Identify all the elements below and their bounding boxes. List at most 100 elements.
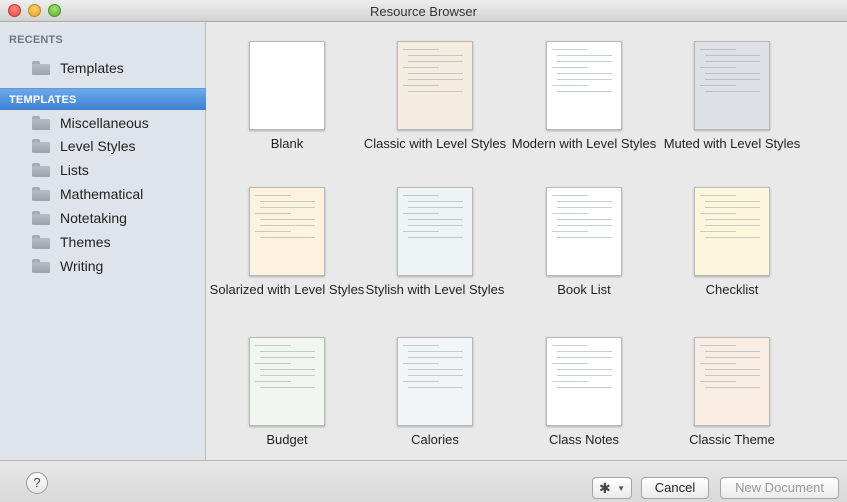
folder-icon [32, 163, 50, 177]
thumbnail-text-line [700, 67, 736, 68]
template-thumbnail [397, 41, 473, 130]
sidebar-item-miscellaneous[interactable]: Miscellaneous [32, 112, 202, 134]
template-name: Budget [266, 432, 308, 447]
thumbnail-text-line [260, 369, 315, 370]
thumbnail-text-line [403, 231, 439, 232]
template-name: Book List [557, 282, 611, 297]
thumbnail-text-line [552, 381, 588, 382]
thumbnail-text-line [705, 79, 760, 80]
template-thumbnail [694, 41, 770, 130]
thumbnail-text-line [700, 49, 736, 50]
thumbnail-text-line [705, 387, 760, 388]
template-name: Muted with Level Styles [663, 136, 801, 151]
thumbnail-text-line [557, 55, 612, 56]
thumbnail-text-line [705, 201, 760, 202]
thumbnail-text-line [552, 213, 588, 214]
thumbnail-text-line [408, 91, 463, 92]
thumbnail-text-line [260, 375, 315, 376]
sidebar-item-mathematical[interactable]: Mathematical [32, 183, 202, 205]
template-thumbnail [249, 187, 325, 276]
templates-header[interactable]: TEMPLATES [0, 88, 206, 110]
action-menu-button[interactable]: ✱ ▼ [592, 477, 632, 499]
thumbnail-text-line [260, 357, 315, 358]
thumbnail-text-line [705, 207, 760, 208]
sidebar: RECENTS Templates TEMPLATES Miscellaneou… [0, 23, 206, 460]
sidebar-item-lists[interactable]: Lists [32, 159, 202, 181]
thumbnail-text-line [403, 49, 439, 50]
thumbnail-text-line [260, 351, 315, 352]
sidebar-item-label: Writing [60, 258, 104, 274]
thumbnail-text-line [557, 375, 612, 376]
sidebar-item-label: Notetaking [60, 210, 127, 226]
folder-icon [32, 259, 50, 273]
thumbnail-text-line [255, 195, 291, 196]
template-name: Calories [411, 432, 459, 447]
sidebar-item-label: Lists [60, 162, 89, 178]
thumbnail-text-line [552, 67, 588, 68]
template-thumbnail [546, 187, 622, 276]
template-thumbnail [249, 41, 325, 130]
thumbnail-text-line [255, 363, 291, 364]
sidebar-item-notetaking[interactable]: Notetaking [32, 207, 202, 229]
template-name: Classic Theme [689, 432, 775, 447]
gear-icon: ✱ [599, 480, 611, 496]
sidebar-item-themes[interactable]: Themes [32, 231, 202, 253]
help-button[interactable]: ? [26, 472, 48, 494]
thumbnail-text-line [700, 195, 736, 196]
thumbnail-text-line [705, 369, 760, 370]
new-document-button[interactable]: New Document [720, 477, 839, 499]
thumbnail-text-line [408, 237, 463, 238]
thumbnail-text-line [408, 357, 463, 358]
thumbnail-text-line [260, 201, 315, 202]
thumbnail-text-line [552, 345, 588, 346]
thumbnail-text-line [255, 345, 291, 346]
sidebar-item-level-styles[interactable]: Level Styles [32, 135, 202, 157]
sidebar-item-label: Themes [60, 234, 111, 250]
folder-icon [32, 61, 50, 75]
thumbnail-text-line [557, 73, 612, 74]
thumbnail-text-line [408, 225, 463, 226]
template-name: Class Notes [548, 432, 620, 447]
thumbnail-text-line [557, 207, 612, 208]
thumbnail-text-line [260, 225, 315, 226]
thumbnail-text-line [705, 357, 760, 358]
thumbnail-text-line [408, 219, 463, 220]
thumbnail-text-line [705, 91, 760, 92]
thumbnail-text-line [705, 55, 760, 56]
thumbnail-text-line [700, 345, 736, 346]
thumbnail-text-line [403, 195, 439, 196]
template-name: Solarized with Level Styles [209, 282, 365, 297]
thumbnail-text-line [408, 387, 463, 388]
thumbnail-text-line [260, 219, 315, 220]
thumbnail-text-line [408, 375, 463, 376]
thumbnail-text-line [408, 351, 463, 352]
template-name: Stylish with Level Styles [365, 282, 505, 297]
thumbnail-text-line [557, 369, 612, 370]
folder-icon [32, 139, 50, 153]
sidebar-item-label: Mathematical [60, 186, 144, 202]
sidebar-item-writing[interactable]: Writing [32, 255, 202, 277]
cancel-button[interactable]: Cancel [641, 477, 709, 499]
thumbnail-text-line [705, 73, 760, 74]
thumbnail-text-line [557, 79, 612, 80]
template-thumbnail [249, 337, 325, 426]
template-thumbnail [694, 187, 770, 276]
template-thumbnail [694, 337, 770, 426]
thumbnail-text-line [408, 201, 463, 202]
thumbnail-text-line [403, 213, 439, 214]
thumbnail-text-line [552, 49, 588, 50]
folder-icon [32, 187, 50, 201]
thumbnail-text-line [255, 381, 291, 382]
thumbnail-text-line [403, 381, 439, 382]
folder-icon [32, 116, 50, 130]
thumbnail-text-line [557, 61, 612, 62]
recents-header: RECENTS [9, 34, 63, 46]
sidebar-item-templates-recent[interactable]: Templates [32, 57, 202, 79]
thumbnail-text-line [408, 73, 463, 74]
template-thumbnail [397, 187, 473, 276]
bottom-toolbar: ? ✱ ▼ Cancel New Document [0, 460, 847, 502]
thumbnail-text-line [552, 231, 588, 232]
thumbnail-text-line [255, 231, 291, 232]
thumbnail-text-line [260, 237, 315, 238]
thumbnail-text-line [403, 67, 439, 68]
